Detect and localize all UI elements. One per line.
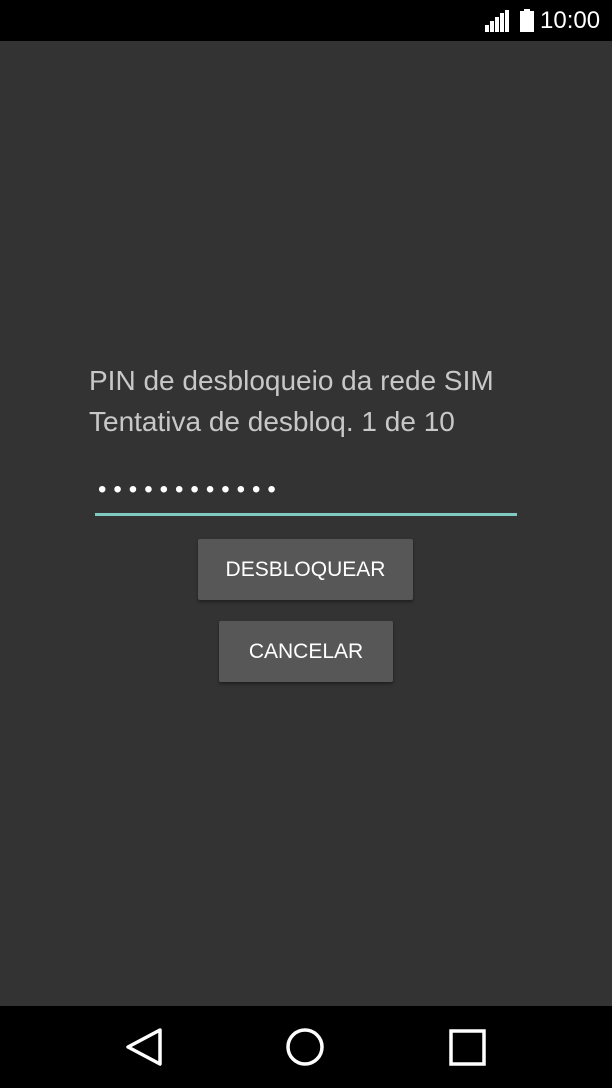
signal-icon [485, 10, 511, 32]
unlock-button[interactable]: DESBLOQUEAR [198, 539, 413, 600]
status-bar: 10:00 [0, 0, 612, 41]
battery-icon [520, 9, 534, 32]
pin-prompt: PIN de desbloqueio da rede SIM Tentativa… [89, 360, 494, 442]
prompt-title: PIN de desbloqueio da rede SIM [89, 365, 494, 396]
navigation-bar [0, 1006, 612, 1088]
home-icon[interactable] [265, 1006, 345, 1088]
pin-value: •••••••••••• [98, 476, 283, 503]
back-icon[interactable] [104, 1006, 184, 1088]
pin-input[interactable]: •••••••••••• [95, 468, 517, 516]
pin-input-underline [95, 513, 517, 516]
status-time: 10:00 [540, 7, 601, 34]
cancel-button[interactable]: CANCELAR [219, 621, 393, 682]
attempts-text: Tentativa de desbloq. 1 de 10 [89, 406, 455, 437]
recents-icon[interactable] [427, 1006, 507, 1088]
